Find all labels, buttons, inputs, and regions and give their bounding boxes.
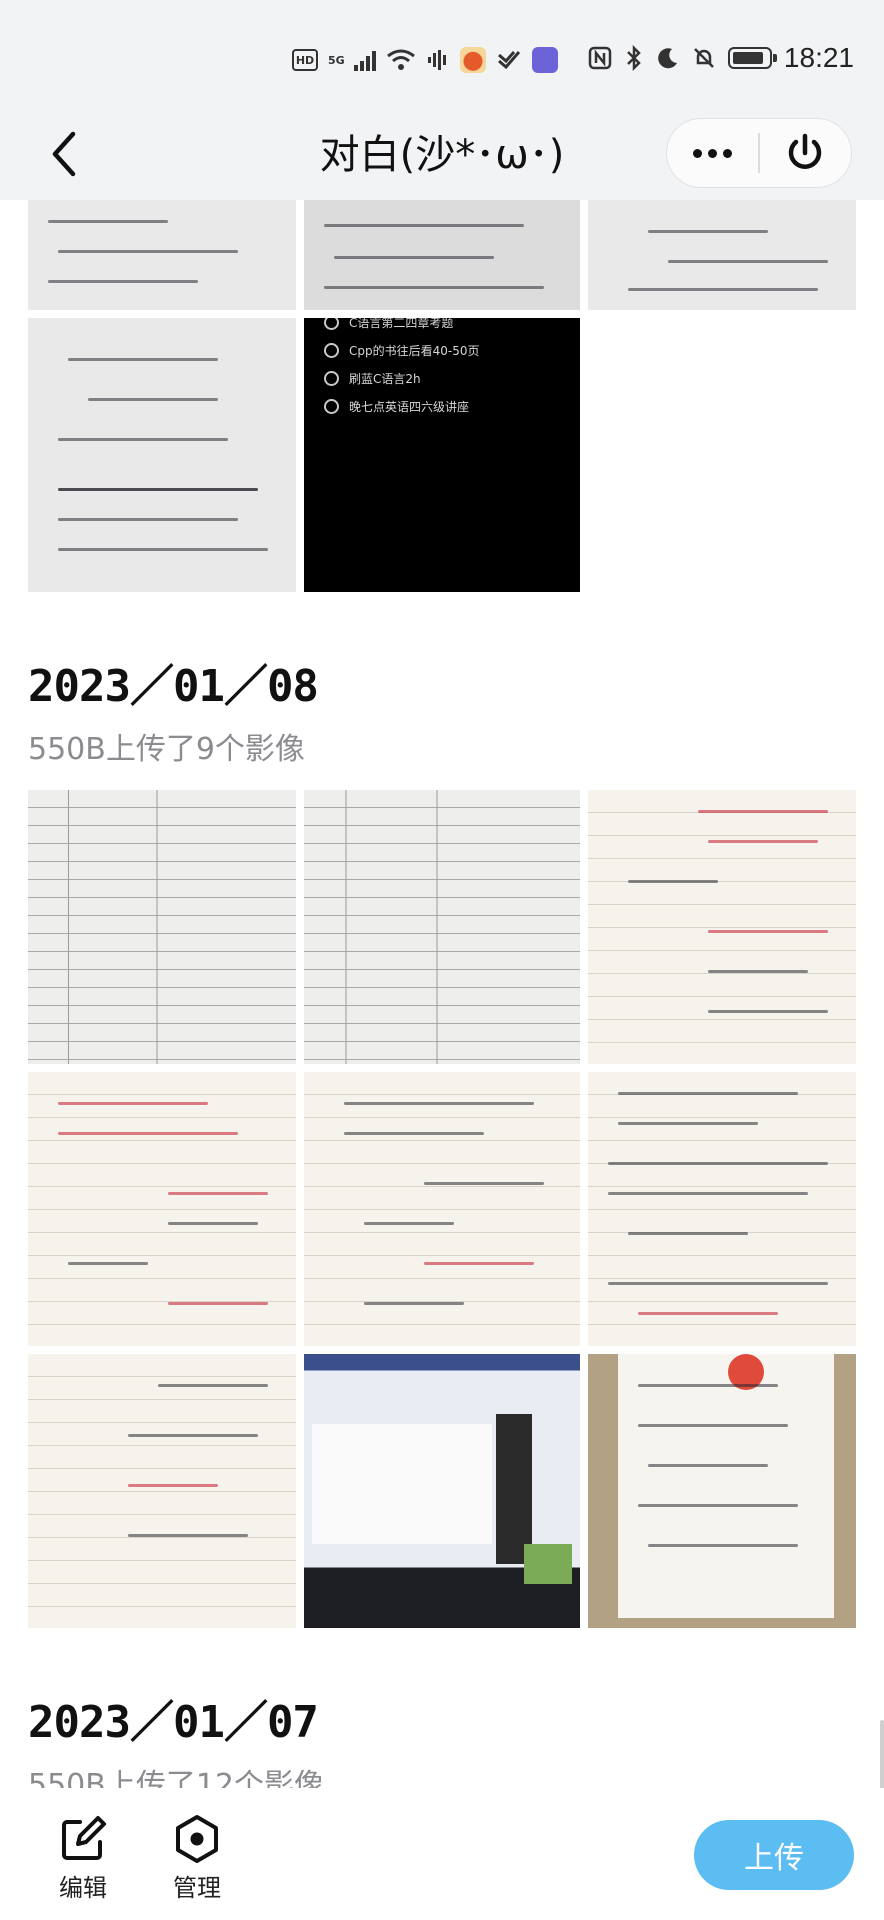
checkbox-circle-icon	[324, 343, 339, 358]
section-upload-info: 550B上传了12个影像	[28, 1768, 325, 1788]
power-icon	[789, 133, 822, 169]
tomato-app-icon	[460, 47, 486, 73]
photo-thumbnail[interactable]	[304, 1072, 580, 1346]
more-button[interactable]	[667, 119, 758, 187]
edit-button[interactable]: 编辑	[58, 1814, 108, 1903]
photo-thumbnail[interactable]	[28, 1354, 296, 1628]
moon-icon	[658, 48, 677, 69]
mute-bell-icon	[694, 48, 714, 68]
status-icons-right: 18:21	[588, 42, 854, 74]
checkbox-circle-icon	[324, 318, 339, 330]
photo-thumbnail[interactable]	[588, 1354, 856, 1628]
upload-button[interactable]: 上传	[694, 1820, 854, 1890]
audio-wave-icon	[428, 50, 446, 70]
photo-timeline[interactable]: C语言第二四章考题 Cpp的书往后看40-50页 刷蓝C语言2h 晚七点英语四六…	[0, 200, 884, 1788]
photo-thumbnail[interactable]	[28, 790, 296, 1064]
photo-thumbnail[interactable]	[588, 1072, 856, 1346]
checklist-item: Cpp的书往后看40-50页	[324, 342, 479, 359]
mini-program-capsule	[666, 118, 852, 188]
checklist-item: C语言第二四章考题	[324, 318, 453, 331]
photo-thumbnail[interactable]	[304, 200, 580, 310]
hd-badge: HD	[292, 49, 318, 71]
wifi-icon	[387, 49, 415, 70]
photo-thumbnail[interactable]	[588, 200, 856, 310]
section-upload-info: 550B上传了9个影像	[28, 732, 305, 767]
manage-button[interactable]: 管理	[172, 1814, 222, 1903]
bottom-toolbar: 编辑 管理 上传	[0, 1788, 884, 1920]
nfc-icon	[588, 46, 612, 70]
checkbox-circle-icon	[324, 371, 339, 386]
edit-label: 编辑	[59, 1874, 107, 1902]
bluetooth-icon	[627, 45, 641, 71]
check-app-icon	[498, 51, 521, 70]
section-date: 2023／01／07	[28, 1697, 319, 1748]
signal-icon	[354, 49, 376, 71]
checkbox-circle-icon	[324, 399, 339, 414]
photo-thumbnail[interactable]	[28, 1072, 296, 1346]
tieba-app-icon	[532, 47, 558, 73]
photo-thumbnail[interactable]	[588, 790, 856, 1064]
photo-thumbnail[interactable]	[304, 790, 580, 1064]
photo-thumbnail[interactable]	[304, 1354, 580, 1628]
section-date: 2023／01／08	[28, 661, 319, 712]
edit-icon	[62, 1816, 106, 1860]
manage-icon	[176, 1815, 218, 1863]
status-bar: HD 5G 18:21	[0, 0, 884, 110]
clock: 18:21	[783, 42, 854, 73]
more-dots-icon	[693, 148, 733, 158]
photo-thumbnail[interactable]	[28, 200, 296, 310]
manage-label: 管理	[173, 1874, 221, 1902]
photo-thumbnail[interactable]	[28, 318, 296, 592]
checklist-photo[interactable]: C语言第二四章考题 Cpp的书往后看40-50页 刷蓝C语言2h 晚七点英语四六…	[304, 318, 580, 592]
nav-bar: 对白(沙*･ω･)	[0, 110, 884, 200]
checklist-item: 晚七点英语四六级讲座	[324, 398, 469, 415]
close-button[interactable]	[760, 119, 851, 187]
battery-icon	[727, 47, 777, 69]
status-icons-left: HD 5G	[292, 44, 558, 76]
network-type: 5G	[328, 53, 345, 67]
checklist-item: 刷蓝C语言2h	[324, 370, 421, 387]
